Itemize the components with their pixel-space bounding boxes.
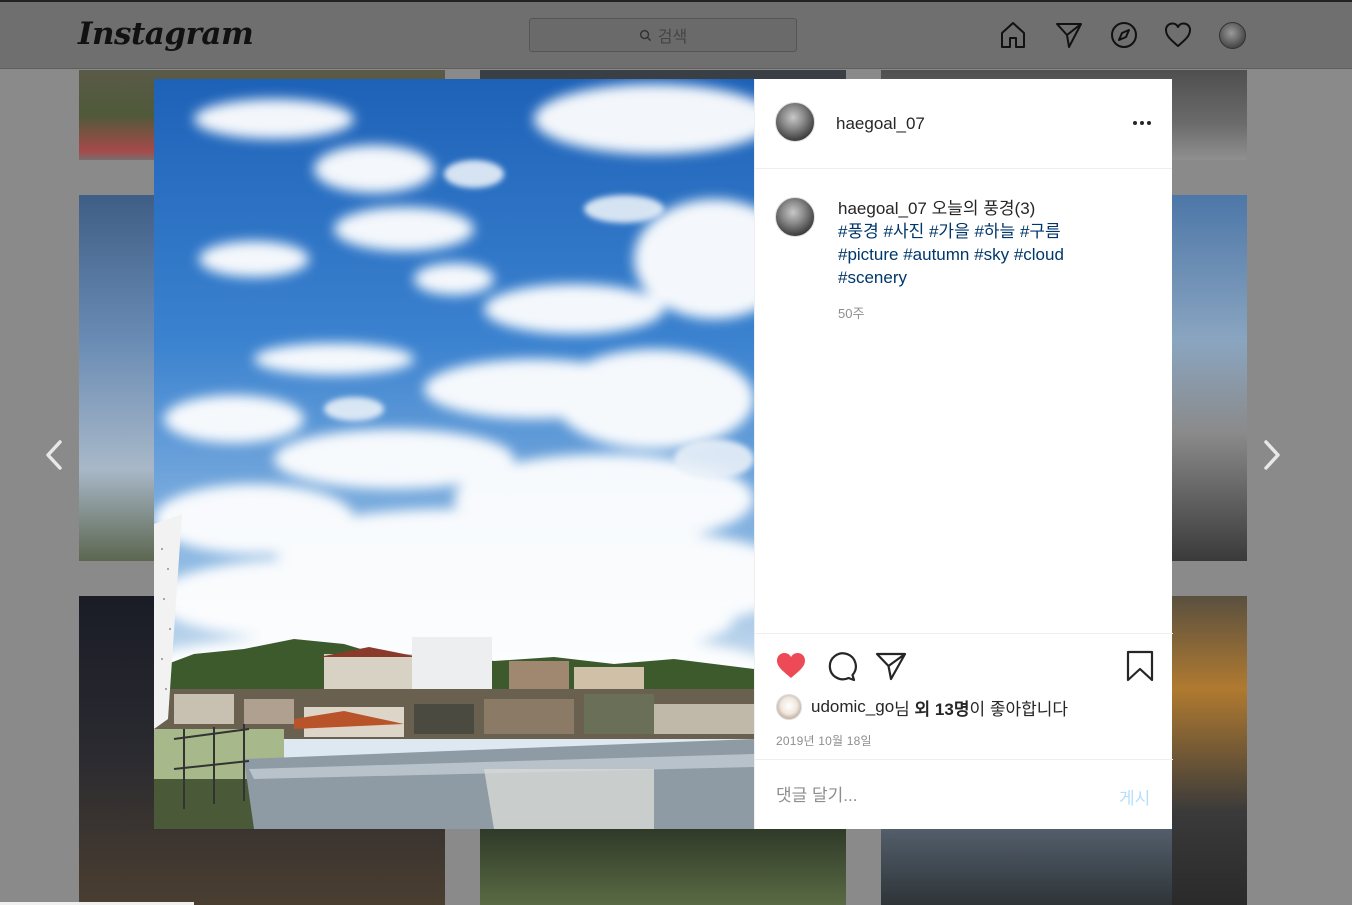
hashtag-link[interactable]: #scenery [838,268,907,287]
grid-thumbnail[interactable] [1172,195,1247,561]
search-placeholder: 검색 [657,29,688,46]
bookmark-icon[interactable] [1124,650,1156,682]
home-icon[interactable] [998,20,1028,50]
likes-summary: udomic_go 님 외 13명 이 좋아합니다 [776,694,1068,720]
hashtag-link[interactable]: #autumn [903,245,969,264]
liker-avatar[interactable] [776,694,802,720]
previous-post-arrow-icon[interactable] [42,438,66,472]
more-options-icon[interactable] [1129,112,1155,134]
direct-icon[interactable] [1054,20,1084,50]
hashtag-link[interactable]: #cloud [1014,245,1064,264]
hashtag-link[interactable]: #가을 [929,222,970,241]
likes-honorific: 님 [894,699,915,719]
likes-tail: 이 좋아합니다 [969,699,1069,719]
hashtag-link[interactable]: #하늘 [974,222,1015,241]
caption-message: 오늘의 풍경(3) [931,199,1036,218]
comment-input[interactable] [776,784,1076,808]
top-nav-bar: Instagram 검색 [0,2,1352,69]
likes-others-count[interactable]: 외 13명 [915,695,970,720]
comment-icon[interactable] [825,650,857,682]
post-details-panel: haegoal_07 haegoal_07 오늘의 풍경(3) #풍경 #사진 … [754,79,1173,829]
next-post-arrow-icon[interactable] [1260,438,1284,472]
hashtag-link[interactable]: #풍경 [838,222,879,241]
caption-username[interactable]: haegoal_07 [838,199,927,218]
instagram-logo[interactable]: Instagram [78,16,254,52]
hashtag-link[interactable]: #sky [974,245,1009,264]
profile-avatar[interactable] [1219,22,1246,49]
grid-thumbnail[interactable] [480,829,846,905]
search-icon [639,29,651,41]
post-header: haegoal_07 [755,79,1172,169]
hashtag-link[interactable]: #구름 [1020,222,1061,241]
post-comment-button[interactable]: 게시 [1119,784,1150,809]
grid-thumbnail[interactable] [1172,596,1247,905]
comment-form: 게시 [755,759,1173,830]
post-date[interactable]: 2019년 10월 18일 [776,732,872,749]
liker-username[interactable]: udomic_go [811,697,894,717]
post-modal: haegoal_07 haegoal_07 오늘의 풍경(3) #풍경 #사진 … [154,79,1173,829]
author-username[interactable]: haegoal_07 [836,114,925,134]
share-icon[interactable] [875,650,907,682]
search-input[interactable]: 검색 [529,18,797,52]
caption-text: haegoal_07 오늘의 풍경(3) #풍경 #사진 #가을 #하늘 #구름… [838,197,1158,289]
activity-heart-icon[interactable] [1163,20,1193,50]
caption-author-avatar[interactable] [775,197,815,237]
author-avatar[interactable] [775,102,815,142]
explore-icon[interactable] [1109,20,1139,50]
liked-heart-icon[interactable] [775,650,807,682]
caption-timestamp[interactable]: 50주 [838,303,864,322]
post-actions: udomic_go 님 외 13명 이 좋아합니다 2019년 10월 18일 … [755,633,1173,829]
hashtag-link[interactable]: #사진 [883,222,924,241]
hashtag-link[interactable]: #picture [838,245,898,264]
post-photo[interactable] [154,79,754,829]
grid-thumbnail[interactable] [480,70,846,79]
